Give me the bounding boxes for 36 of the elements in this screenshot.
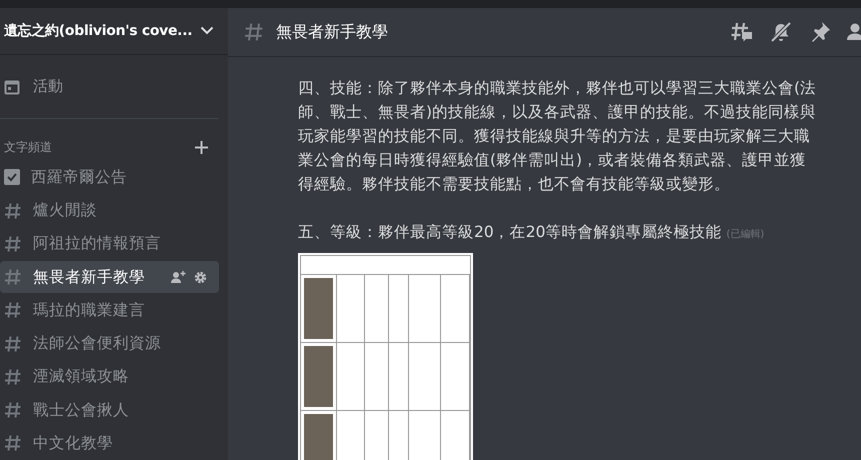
hash-icon (4, 301, 22, 320)
channel-item[interactable]: 湮滅領域攻略 (0, 361, 219, 392)
hash-icon (244, 22, 264, 42)
server-name: 遺忘之約(oblivion's cove... (4, 22, 192, 40)
checkbox-icon (4, 169, 20, 186)
channel-item[interactable]: 中文化教學 (0, 428, 219, 459)
channel-item[interactable]: 瑪拉的職業建言 (0, 294, 219, 326)
server-header[interactable]: 遺忘之約(oblivion's cove... (0, 8, 228, 55)
hash-icon (4, 268, 22, 286)
hash-icon (4, 434, 22, 452)
mute-bell-icon[interactable] (770, 21, 792, 43)
edited-label: (已編輯) (726, 229, 764, 240)
hash-icon (4, 202, 22, 220)
image-attachment[interactable] (298, 253, 473, 460)
category-label[interactable]: 文字頻道 (4, 139, 52, 156)
members-icon[interactable] (847, 21, 861, 43)
message-paragraph: 四、技能：除了夥伴本身的職業技能外，夥伴也可以學習三大職業公會(法師、戰士、無畏者)的技能線，以及各武器、護甲的技能。不過技能同樣與玩家能學習的技能不同。獲得技能線與升等的方法，是要由玩家解三大職業公會的每日時獲得經驗值(夥伴需叫出)，或者裝備各類武器、護甲並獲得經驗。夥伴技能不需要技能點，也不會有技能等級或變形。 (298, 78, 818, 195)
message-paragraph: 五、等級：夥伴最高等級20，在20等時會解鎖專屬終極技能 (298, 223, 722, 241)
hash-icon (4, 234, 22, 253)
hash-icon (4, 368, 22, 386)
channel-item[interactable]: 阿祖拉的情報預言 (0, 228, 219, 260)
hash-icon (4, 334, 22, 353)
hash-icon (4, 401, 22, 420)
plus-icon[interactable] (195, 141, 208, 154)
channel-item[interactable]: 爐火閒談 (0, 194, 219, 226)
threads-icon[interactable] (731, 21, 753, 43)
settings-icon[interactable] (194, 270, 207, 284)
calendar-icon (4, 78, 20, 95)
events-item[interactable]: 活動 (4, 70, 104, 102)
channel-item[interactable]: 西羅帝爾公告 (0, 162, 219, 193)
channel-title: 無畏者新手教學 (276, 22, 388, 42)
add-member-icon[interactable] (171, 271, 186, 284)
channel-item[interactable]: 無畏者新手教學 (0, 261, 219, 293)
chevron-down-icon (200, 26, 214, 36)
channel-item[interactable]: 法師公會便利資源 (0, 328, 219, 360)
channel-item[interactable]: 戰士公會揪人 (0, 394, 219, 426)
